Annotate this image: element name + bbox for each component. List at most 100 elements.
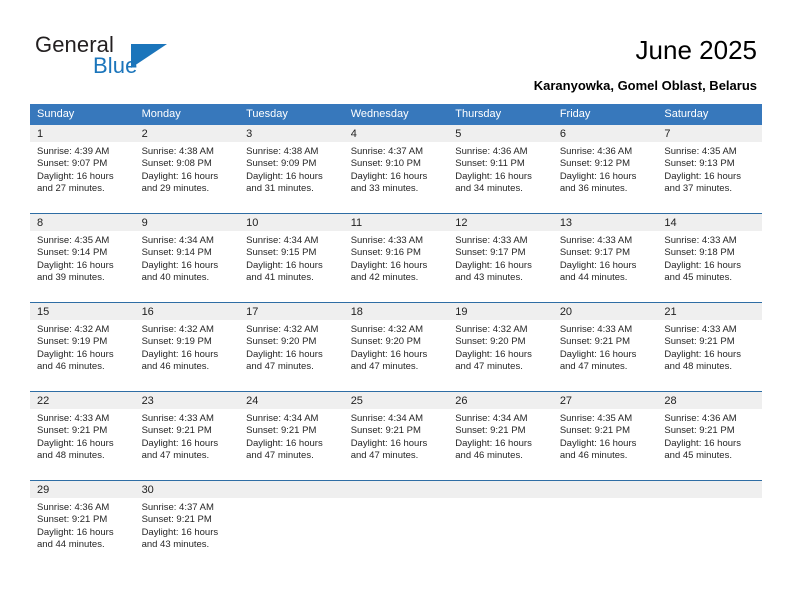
calendar-day-cell[interactable]: 12 Sunrise: 4:33 AM Sunset: 9:17 PM Dayligh… bbox=[448, 213, 553, 303]
daylight-duration-line1: Daylight: 16 hours bbox=[664, 437, 741, 449]
calendar-page: General Blue June 2025 Karanyowka, Gomel… bbox=[0, 0, 792, 612]
calendar-day-cell[interactable]: 6 Sunrise: 4:36 AM Sunset: 9:12 PM Daylight… bbox=[552, 125, 658, 214]
calendar-day-content: 21 Sunrise: 4:33 AM Sunset: 9:21 PM Dayligh… bbox=[657, 303, 762, 391]
day-number: 13 bbox=[552, 214, 658, 231]
calendar-day-cell[interactable]: 14 Sunrise: 4:33 AM Sunset: 9:18 PM Dayligh… bbox=[657, 213, 762, 303]
calendar-day-cell[interactable]: 25 Sunrise: 4:34 AM Sunset: 9:21 PM Dayligh… bbox=[343, 391, 449, 481]
sunset-time: Sunset: 9:21 PM bbox=[350, 425, 421, 437]
sunrise-time: Sunrise: 4:34 AM bbox=[455, 413, 528, 424]
day-sun-info: Sunrise: 4:35 AM Sunset: 9:14 PM Daylight:… bbox=[30, 231, 135, 285]
calendar-day-cell[interactable]: 18 Sunrise: 4:32 AM Sunset: 9:20 PM Dayligh… bbox=[343, 302, 449, 392]
day-sun-info: Sunrise: 4:32 AM Sunset: 9:19 PM Daylight:… bbox=[135, 320, 240, 374]
daylight-duration-line2: and 31 minutes. bbox=[246, 183, 314, 195]
daylight-duration-line2: and 46 minutes. bbox=[37, 361, 105, 373]
calendar-day-cell[interactable] bbox=[448, 480, 553, 569]
daylight-duration-line2: and 27 minutes. bbox=[37, 183, 105, 195]
calendar-day-cell[interactable]: 20 Sunrise: 4:33 AM Sunset: 9:21 PM Dayligh… bbox=[552, 302, 658, 392]
sunset-time: Sunset: 9:20 PM bbox=[455, 336, 526, 348]
sunset-time: Sunset: 9:11 PM bbox=[455, 158, 525, 170]
calendar-day-content: 24 Sunrise: 4:34 AM Sunset: 9:21 PM Dayligh… bbox=[239, 392, 344, 480]
calendar-day-cell[interactable]: 22 Sunrise: 4:33 AM Sunset: 9:21 PM Dayligh… bbox=[30, 391, 135, 481]
sunset-time: Sunset: 9:20 PM bbox=[246, 336, 317, 348]
day-number: 19 bbox=[448, 303, 553, 320]
day-sun-info: Sunrise: 4:33 AM Sunset: 9:21 PM Daylight:… bbox=[30, 409, 135, 463]
calendar-body: 1 Sunrise: 4:39 AM Sunset: 9:07 PM Daylight… bbox=[30, 125, 762, 569]
day-number bbox=[448, 481, 553, 498]
calendar-day-cell[interactable]: 19 Sunrise: 4:32 AM Sunset: 9:20 PM Dayligh… bbox=[448, 302, 553, 392]
daylight-duration-line2: and 46 minutes. bbox=[141, 361, 210, 373]
sunset-time: Sunset: 9:21 PM bbox=[664, 336, 735, 348]
calendar-day-cell[interactable]: 21 Sunrise: 4:33 AM Sunset: 9:21 PM Dayligh… bbox=[657, 302, 762, 392]
daylight-duration-line1: Daylight: 16 hours bbox=[246, 348, 323, 360]
calendar-day-cell[interactable]: 10 Sunrise: 4:34 AM Sunset: 9:15 PM Dayligh… bbox=[239, 213, 344, 303]
sunset-time: Sunset: 9:21 PM bbox=[37, 425, 108, 437]
day-number: 27 bbox=[552, 392, 658, 409]
calendar-day-cell[interactable]: 17 Sunrise: 4:32 AM Sunset: 9:20 PM Dayligh… bbox=[239, 302, 344, 392]
sunrise-time: Sunrise: 4:33 AM bbox=[559, 324, 633, 335]
daylight-duration-line1: Daylight: 16 hours bbox=[350, 348, 428, 360]
sunrise-time: Sunrise: 4:34 AM bbox=[141, 235, 214, 246]
page-title: June 2025 bbox=[635, 35, 757, 65]
day-number: 12 bbox=[448, 214, 553, 231]
calendar-day-cell[interactable]: 29 Sunrise: 4:36 AM Sunset: 9:21 PM Dayligh… bbox=[30, 480, 135, 569]
calendar-day-cell[interactable]: 26 Sunrise: 4:34 AM Sunset: 9:21 PM Dayligh… bbox=[448, 391, 553, 481]
sunset-time: Sunset: 9:09 PM bbox=[246, 158, 317, 170]
calendar-day-cell[interactable]: 13 Sunrise: 4:33 AM Sunset: 9:17 PM Dayligh… bbox=[552, 213, 658, 303]
daylight-duration-line2: and 46 minutes. bbox=[559, 450, 628, 462]
sunset-time: Sunset: 9:21 PM bbox=[664, 425, 735, 437]
calendar-day-empty bbox=[448, 481, 553, 569]
daylight-duration-line1: Daylight: 16 hours bbox=[664, 259, 741, 271]
calendar-day-content: 15 Sunrise: 4:32 AM Sunset: 9:19 PM Dayligh… bbox=[30, 303, 135, 391]
calendar-day-cell[interactable]: 28 Sunrise: 4:36 AM Sunset: 9:21 PM Dayligh… bbox=[657, 391, 762, 481]
calendar-day-cell[interactable]: 11 Sunrise: 4:33 AM Sunset: 9:16 PM Dayligh… bbox=[343, 213, 449, 303]
calendar-day-cell[interactable]: 2 Sunrise: 4:38 AM Sunset: 9:08 PM Daylight… bbox=[134, 125, 240, 214]
calendar-day-cell[interactable]: 9 Sunrise: 4:34 AM Sunset: 9:14 PM Daylight… bbox=[134, 213, 240, 303]
calendar-day-cell[interactable] bbox=[343, 480, 449, 569]
calendar-day-cell[interactable] bbox=[657, 480, 762, 569]
daylight-duration-line1: Daylight: 16 hours bbox=[559, 437, 637, 449]
day-number: 16 bbox=[134, 303, 240, 320]
calendar-day-content: 3 Sunrise: 4:38 AM Sunset: 9:09 PM Daylight… bbox=[239, 125, 344, 213]
day-number: 15 bbox=[30, 303, 135, 320]
calendar-day-cell[interactable]: 7 Sunrise: 4:35 AM Sunset: 9:13 PM Daylight… bbox=[657, 125, 762, 214]
weekday-header-wednesday: Wednesday bbox=[343, 104, 449, 125]
calendar-day-cell[interactable]: 3 Sunrise: 4:38 AM Sunset: 9:09 PM Daylight… bbox=[239, 125, 344, 214]
calendar-day-cell[interactable]: 15 Sunrise: 4:32 AM Sunset: 9:19 PM Dayligh… bbox=[30, 302, 135, 392]
calendar-day-cell[interactable]: 8 Sunrise: 4:35 AM Sunset: 9:14 PM Daylight… bbox=[30, 213, 135, 303]
calendar-day-cell[interactable]: 1 Sunrise: 4:39 AM Sunset: 9:07 PM Daylight… bbox=[30, 125, 135, 214]
calendar-day-cell[interactable]: 30 Sunrise: 4:37 AM Sunset: 9:21 PM Dayligh… bbox=[134, 480, 240, 569]
calendar-day-content: 1 Sunrise: 4:39 AM Sunset: 9:07 PM Daylight… bbox=[30, 125, 135, 213]
calendar-day-cell[interactable]: 24 Sunrise: 4:34 AM Sunset: 9:21 PM Dayligh… bbox=[239, 391, 344, 481]
daylight-duration-line1: Daylight: 16 hours bbox=[559, 259, 637, 271]
weekday-header-friday: Friday bbox=[552, 104, 658, 125]
general-blue-logo[interactable]: General Blue bbox=[35, 33, 225, 85]
calendar-day-cell[interactable]: 27 Sunrise: 4:35 AM Sunset: 9:21 PM Dayligh… bbox=[552, 391, 658, 481]
sunrise-time: Sunrise: 4:33 AM bbox=[455, 235, 528, 246]
calendar-day-cell[interactable] bbox=[239, 480, 344, 569]
daylight-duration-line2: and 40 minutes. bbox=[141, 272, 210, 284]
daylight-duration-line1: Daylight: 16 hours bbox=[664, 348, 741, 360]
calendar-day-content: 26 Sunrise: 4:34 AM Sunset: 9:21 PM Dayligh… bbox=[448, 392, 553, 480]
calendar-day-cell[interactable]: 16 Sunrise: 4:32 AM Sunset: 9:19 PM Dayligh… bbox=[134, 302, 240, 392]
day-sun-info: Sunrise: 4:33 AM Sunset: 9:17 PM Daylight:… bbox=[448, 231, 553, 285]
calendar-day-cell[interactable]: 4 Sunrise: 4:37 AM Sunset: 9:10 PM Daylight… bbox=[343, 125, 449, 214]
sunset-time: Sunset: 9:13 PM bbox=[664, 158, 735, 170]
day-number: 1 bbox=[30, 125, 135, 142]
day-number: 18 bbox=[343, 303, 449, 320]
day-number: 30 bbox=[134, 481, 240, 498]
sunrise-time: Sunrise: 4:36 AM bbox=[559, 146, 633, 157]
calendar-day-content: 16 Sunrise: 4:32 AM Sunset: 9:19 PM Dayligh… bbox=[134, 303, 240, 391]
day-number: 25 bbox=[343, 392, 449, 409]
day-sun-info: Sunrise: 4:34 AM Sunset: 9:21 PM Daylight:… bbox=[344, 409, 449, 463]
day-sun-info: Sunrise: 4:35 AM Sunset: 9:21 PM Daylight:… bbox=[553, 409, 658, 463]
calendar-week-row: 8 Sunrise: 4:35 AM Sunset: 9:14 PM Daylight… bbox=[30, 213, 762, 303]
day-sun-info: Sunrise: 4:39 AM Sunset: 9:07 PM Daylight:… bbox=[30, 142, 135, 196]
calendar-day-content: 14 Sunrise: 4:33 AM Sunset: 9:18 PM Dayligh… bbox=[657, 214, 762, 302]
daylight-duration-line2: and 33 minutes. bbox=[350, 183, 419, 195]
daylight-duration-line1: Daylight: 16 hours bbox=[455, 348, 532, 360]
calendar-day-content: 23 Sunrise: 4:33 AM Sunset: 9:21 PM Dayligh… bbox=[134, 392, 240, 480]
calendar-day-cell[interactable] bbox=[552, 480, 658, 569]
calendar-day-cell[interactable]: 5 Sunrise: 4:36 AM Sunset: 9:11 PM Daylight… bbox=[448, 125, 553, 214]
sunset-time: Sunset: 9:18 PM bbox=[664, 247, 735, 259]
calendar-day-cell[interactable]: 23 Sunrise: 4:33 AM Sunset: 9:21 PM Dayligh… bbox=[134, 391, 240, 481]
